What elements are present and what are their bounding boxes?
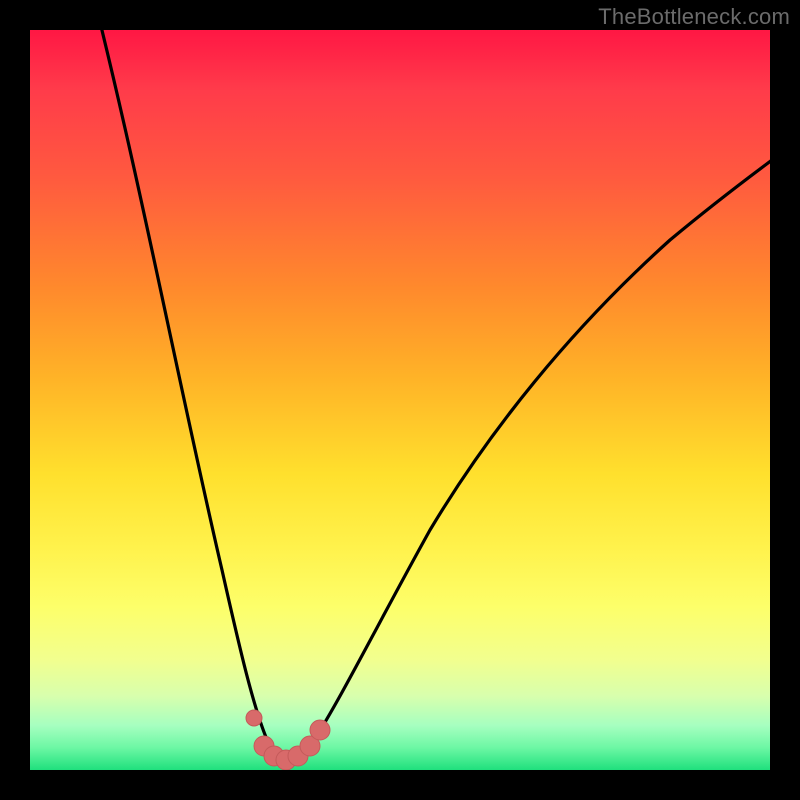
chart-frame: TheBottleneck.com (0, 0, 800, 800)
bottleneck-curve (92, 30, 770, 760)
curve-svg (30, 30, 770, 770)
marker-dot (310, 720, 330, 740)
watermark-text: TheBottleneck.com (598, 4, 790, 30)
marker-dot (246, 710, 262, 726)
sweet-spot-markers (246, 710, 330, 770)
plot-area (30, 30, 770, 770)
